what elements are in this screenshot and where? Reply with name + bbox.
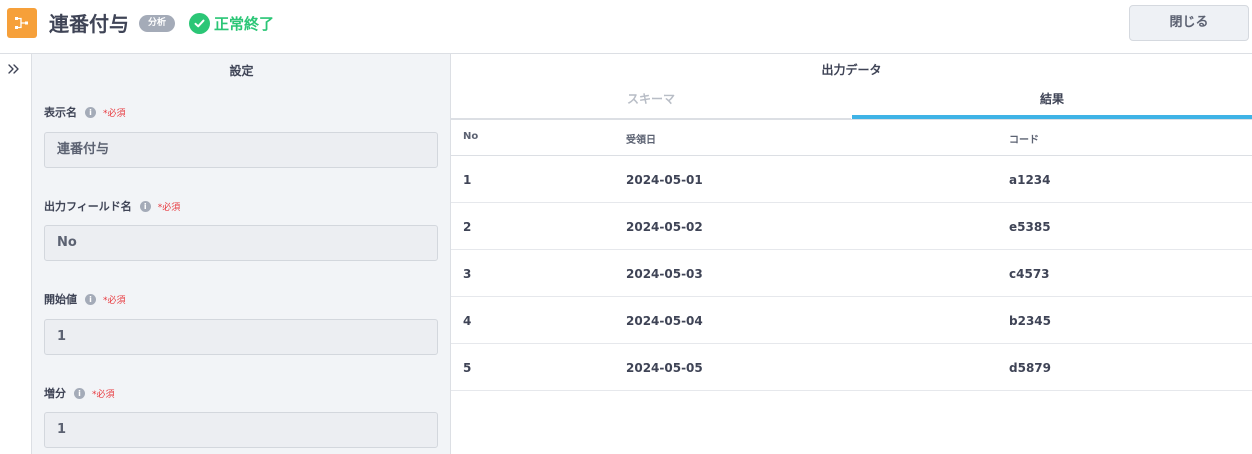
status-text: 正常終了	[214, 14, 275, 33]
cell-no: 1	[463, 173, 472, 187]
field-label-text: 出力フィールド名	[44, 200, 132, 213]
output-field-name-input[interactable]: No	[44, 225, 438, 261]
table-row[interactable]: 5 2024-05-05 d5879	[451, 344, 1252, 391]
settings-title: 設定	[229, 64, 254, 78]
close-button[interactable]: 閉じる	[1129, 5, 1249, 41]
sidebar-collapse-strip	[0, 54, 32, 454]
settings-panel: 設定 表示名 i *必須 連番付与 出力フィールド名 i *必須 No 開始値 …	[32, 54, 451, 454]
cell-no: 3	[463, 267, 472, 281]
field-label-output-field-name: 出力フィールド名 i *必須	[44, 198, 180, 214]
increment-input[interactable]: 1	[44, 412, 438, 448]
field-label-text: 表示名	[44, 106, 77, 119]
table-row[interactable]: 1 2024-05-01 a1234	[451, 156, 1252, 203]
field-label-increment: 増分 i *必須	[44, 385, 115, 401]
cell-code: c4573	[1009, 267, 1050, 281]
category-badge: 分析	[139, 15, 176, 32]
required-mark: *必須	[92, 389, 115, 400]
header-bar: 連番付与 分析 正常終了 閉じる	[0, 0, 1252, 54]
cell-code: d5879	[1009, 361, 1051, 375]
cell-received-date: 2024-05-03	[626, 267, 703, 281]
double-chevron-right-icon[interactable]	[7, 63, 21, 75]
tab-schema[interactable]: スキーマ	[451, 83, 851, 119]
table-row[interactable]: 2 2024-05-02 e5385	[451, 203, 1252, 250]
cell-received-date: 2024-05-05	[626, 361, 703, 375]
cell-code: e5385	[1009, 220, 1051, 234]
required-mark: *必須	[103, 108, 126, 119]
field-label-start-value: 開始値 i *必須	[44, 291, 126, 307]
start-value-input[interactable]: 1	[44, 319, 438, 355]
table-row[interactable]: 3 2024-05-03 c4573	[451, 250, 1252, 297]
field-label-display-name: 表示名 i *必須	[44, 104, 126, 120]
info-icon[interactable]: i	[85, 293, 96, 305]
column-header-code[interactable]: コード	[1009, 131, 1039, 146]
cell-code: b2345	[1009, 314, 1051, 328]
field-label-text: 開始値	[44, 293, 77, 306]
table-row[interactable]: 4 2024-05-04 b2345	[451, 297, 1252, 344]
info-icon[interactable]: i	[139, 200, 151, 212]
info-icon[interactable]: i	[74, 387, 85, 399]
tab-divider	[451, 119, 1252, 120]
status-indicator: 正常終了	[189, 12, 274, 34]
required-mark: *必須	[157, 202, 181, 213]
cell-received-date: 2024-05-02	[626, 220, 703, 234]
column-header-no[interactable]: No	[463, 131, 478, 142]
cell-no: 2	[463, 220, 472, 234]
cell-received-date: 2024-05-01	[626, 173, 703, 187]
page-title: 連番付与	[49, 12, 129, 36]
field-label-text: 増分	[44, 387, 66, 400]
output-panel: 出力データ スキーマ 結果 No 受領日 コード 1 2024-05-01 a1…	[451, 54, 1252, 454]
info-icon[interactable]: i	[85, 106, 96, 118]
sequence-icon	[7, 8, 37, 38]
display-name-input[interactable]: 連番付与	[44, 132, 438, 168]
cell-code: a1234	[1009, 173, 1051, 187]
cell-no: 4	[463, 314, 472, 328]
required-mark: *必須	[103, 295, 126, 306]
cell-received-date: 2024-05-04	[626, 314, 703, 328]
column-header-received-date[interactable]: 受領日	[626, 131, 656, 146]
tab-result[interactable]: 結果	[852, 83, 1252, 119]
check-circle-icon	[189, 12, 210, 34]
output-title: 出力データ	[821, 63, 882, 77]
cell-no: 5	[463, 361, 472, 375]
